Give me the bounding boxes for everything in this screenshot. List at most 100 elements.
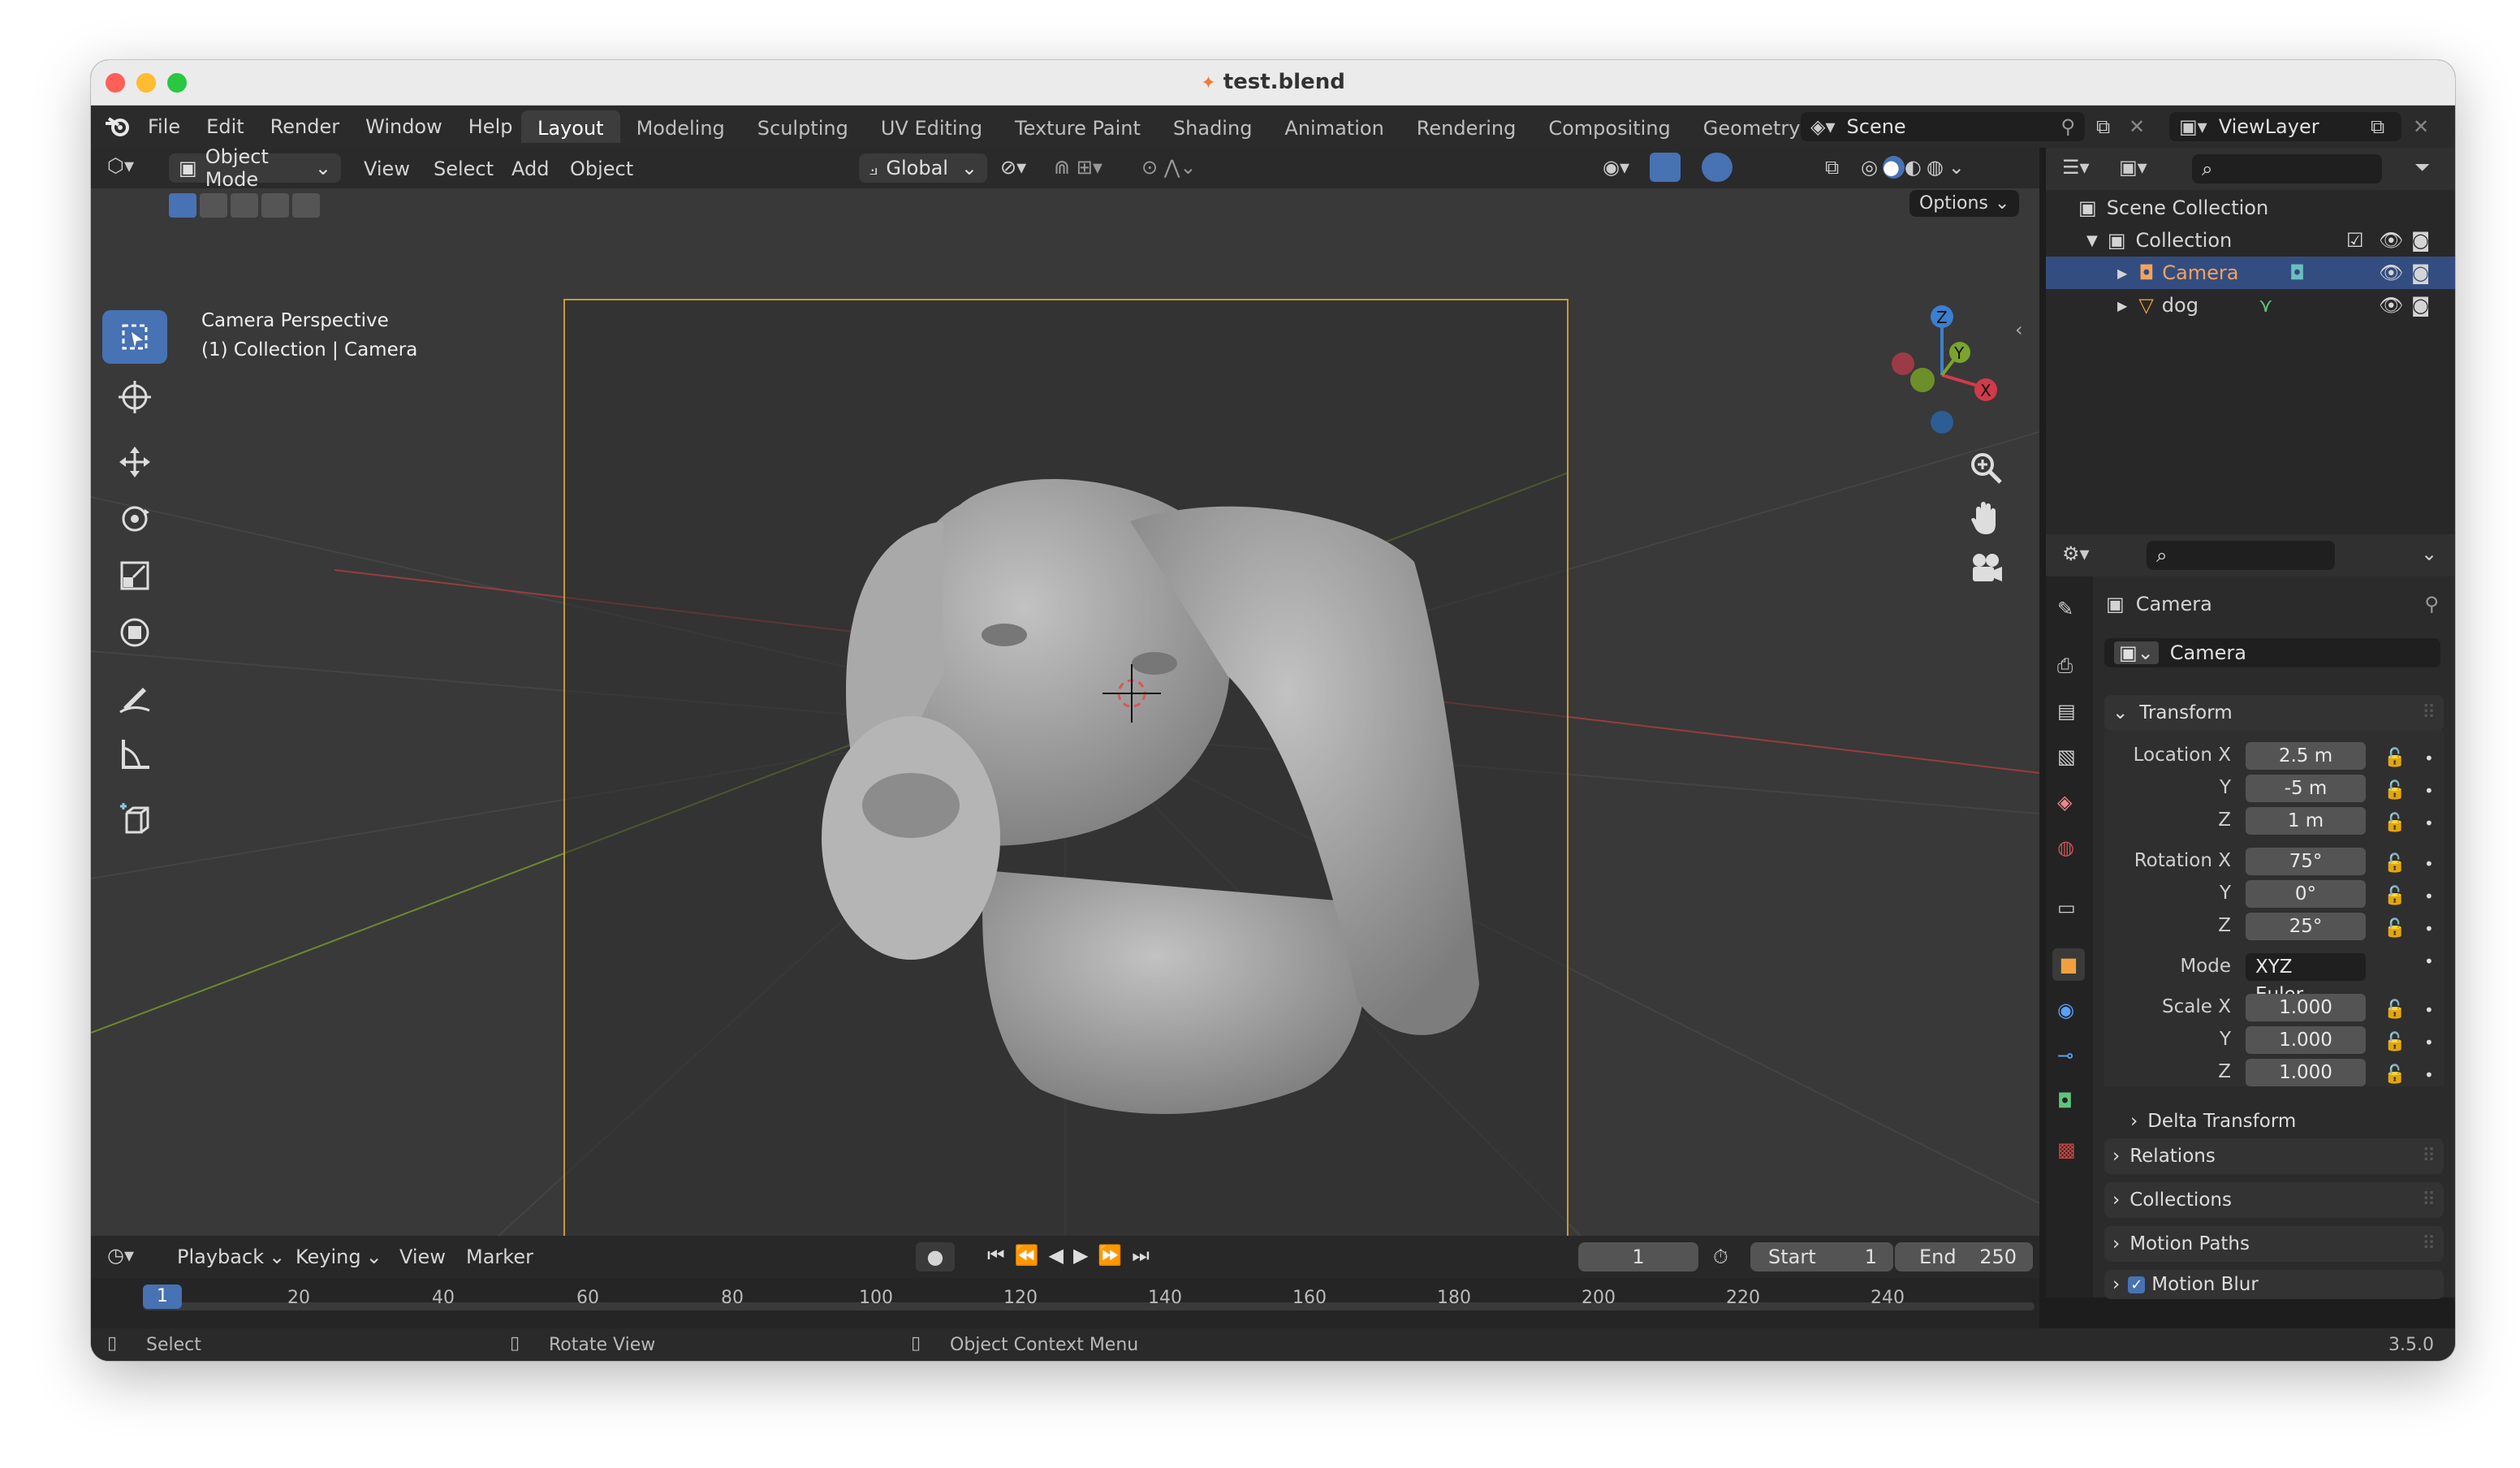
rotate-tool[interactable] bbox=[102, 492, 167, 546]
xray-icon[interactable]: ⧉ bbox=[1825, 156, 1839, 179]
properties-editor-icon[interactable]: ⚙▾ bbox=[2062, 542, 2090, 565]
outliner-item-dog[interactable]: ▶ ▽ dog ⋎ 👁 ◙ bbox=[2046, 289, 2455, 322]
menu-object[interactable]: Object bbox=[570, 158, 633, 180]
object-type-icon[interactable]: ▣⌄ bbox=[2114, 641, 2159, 664]
filter-icon[interactable]: ⏷ bbox=[2414, 156, 2430, 179]
tab-compositing[interactable]: Compositing bbox=[1532, 110, 1686, 143]
transform-tool[interactable] bbox=[102, 606, 167, 659]
rotation-z-field[interactable]: 25° bbox=[2246, 913, 2366, 940]
scene-selector[interactable]: ◈▾ Scene ⚲ bbox=[1801, 112, 2085, 141]
properties-options-icon[interactable]: ⌄ bbox=[2421, 542, 2437, 565]
scale-x-field[interactable]: 1.000 bbox=[2246, 994, 2366, 1021]
camera-view-icon[interactable] bbox=[1968, 550, 2004, 586]
pan-hand-icon[interactable] bbox=[1968, 500, 2004, 536]
blender-logo-icon[interactable] bbox=[104, 115, 132, 138]
location-y-field[interactable]: -5 m bbox=[2246, 775, 2366, 802]
playback-controls[interactable]: ⏮⏪◀▶⏩⏭ bbox=[987, 1244, 1159, 1267]
expand-collection-icon[interactable]: ▼ bbox=[2086, 232, 2098, 249]
collapse-sidebar-icon[interactable]: ‹ bbox=[2015, 318, 2023, 341]
rotation-x-field[interactable]: 75° bbox=[2246, 848, 2366, 875]
cursor-tool[interactable] bbox=[102, 370, 167, 424]
visibility-icon[interactable]: ◉▾ bbox=[1603, 156, 1629, 179]
display-mode-icon[interactable]: ▣▾ bbox=[2119, 156, 2147, 179]
location-keyframe-icons[interactable]: • • • bbox=[2424, 742, 2434, 840]
texture-tab-icon[interactable]: ▩ bbox=[2057, 1138, 2076, 1161]
eye-icon[interactable]: 👁 bbox=[2379, 229, 2403, 252]
physics-tab-icon[interactable]: ◉ bbox=[2057, 999, 2074, 1021]
drag-handle-icon[interactable]: ⠿ bbox=[2422, 1190, 2436, 1211]
outliner-search[interactable]: ⌕ bbox=[2192, 154, 2382, 184]
render-camera-icon[interactable]: ◙ bbox=[2411, 294, 2430, 317]
marker-menu[interactable]: Marker bbox=[466, 1246, 533, 1268]
3d-viewport[interactable]: Camera Perspective (1) Collection | Came… bbox=[91, 148, 2039, 1289]
rotation-keyframe-icons[interactable]: • • • • bbox=[2424, 848, 2434, 978]
tool-tab-icon[interactable]: ✎ bbox=[2057, 598, 2073, 620]
transform-panel-header[interactable]: ⌄ Transform ⠿ bbox=[2104, 695, 2444, 731]
set-new-selection-icon[interactable] bbox=[169, 193, 196, 218]
view-layer-selector[interactable]: ▣▾ ViewLayer bbox=[2169, 112, 2401, 141]
selection-mode-buttons[interactable] bbox=[169, 193, 320, 218]
tab-texture-paint[interactable]: Texture Paint bbox=[999, 110, 1157, 143]
add-cube-tool[interactable] bbox=[102, 792, 167, 846]
render-tab-icon[interactable]: ⎙ bbox=[2057, 654, 2073, 677]
proportional-editing-icon[interactable]: ⊙ ⋀⌄ bbox=[1141, 156, 1197, 179]
playback-menu[interactable]: Playback ⌄ bbox=[177, 1246, 285, 1268]
tab-sculpting[interactable]: Sculpting bbox=[741, 110, 865, 143]
scale-keyframe-icons[interactable]: • • • bbox=[2424, 994, 2434, 1091]
render-camera-icon[interactable]: ◙ bbox=[2411, 229, 2430, 252]
scale-z-field[interactable]: 1.000 bbox=[2246, 1059, 2366, 1086]
expand-dog-icon[interactable]: ▶ bbox=[2117, 298, 2127, 313]
overlay-toggle-icon[interactable] bbox=[1702, 153, 1732, 182]
drag-handle-icon[interactable]: ⠿ bbox=[2422, 1146, 2436, 1167]
shading-modes-icon[interactable]: ◎●◐◍⌄ bbox=[1861, 156, 1970, 179]
location-x-field[interactable]: 2.5 m bbox=[2246, 742, 2366, 770]
eye-icon[interactable]: 👁 bbox=[2379, 294, 2403, 317]
orientation-selector[interactable]: ⟓ Global ⌄ bbox=[859, 153, 987, 183]
pivot-point-icon[interactable]: ⊘▾ bbox=[1000, 156, 1026, 179]
delete-scene-icon[interactable]: ✕ bbox=[2129, 115, 2145, 138]
preview-range-icon[interactable]: ⏱ bbox=[1713, 1246, 1728, 1268]
dog-mesh[interactable] bbox=[773, 432, 1504, 1163]
select-box-tool[interactable] bbox=[102, 310, 167, 364]
scale-tool[interactable] bbox=[102, 549, 167, 602]
scene-tab-icon[interactable]: ◈ bbox=[2057, 791, 2072, 814]
drag-handle-icon[interactable]: ⠿ bbox=[2422, 702, 2436, 723]
timeline-view-menu[interactable]: View bbox=[399, 1246, 446, 1268]
start-frame-field[interactable]: Start 1 bbox=[1750, 1242, 1893, 1272]
relations-panel-header[interactable]: › Relations ⠿ bbox=[2104, 1138, 2444, 1174]
outliner-item-camera[interactable]: ▶ ◘ Camera ◘ 👁 ◙ bbox=[2046, 257, 2455, 289]
motion-blur-panel-header[interactable]: › ✓ Motion Blur bbox=[2104, 1270, 2444, 1299]
menu-render[interactable]: Render bbox=[270, 115, 339, 138]
camera-data-icon[interactable]: ◘ bbox=[2289, 261, 2305, 284]
auto-keying-icon[interactable]: ● bbox=[916, 1242, 955, 1272]
motion-paths-panel-header[interactable]: › Motion Paths ⠿ bbox=[2104, 1226, 2444, 1262]
playhead[interactable]: 1 bbox=[143, 1284, 182, 1309]
end-frame-field[interactable]: End 250 bbox=[1895, 1242, 2033, 1272]
rotation-lock-icons[interactable]: 🔓 🔓 🔓 bbox=[2384, 848, 2406, 945]
menu-select[interactable]: Select bbox=[434, 158, 494, 180]
timeline-editor-icon[interactable]: ◷▾ bbox=[107, 1244, 134, 1267]
menu-edit[interactable]: Edit bbox=[206, 115, 244, 138]
subtract-selection-icon[interactable] bbox=[231, 193, 258, 218]
motion-blur-checkbox[interactable]: ✓ bbox=[2128, 1276, 2146, 1293]
current-frame-field[interactable]: 1 bbox=[1578, 1242, 1698, 1272]
zoom-icon[interactable] bbox=[1968, 450, 2004, 486]
view-layer-tab-icon[interactable]: ▧ bbox=[2057, 745, 2076, 768]
navigation-gizmo[interactable]: Z X Y bbox=[1869, 302, 2015, 448]
tab-uv-editing[interactable]: UV Editing bbox=[865, 110, 999, 143]
rotation-y-field[interactable]: 0° bbox=[2246, 880, 2366, 908]
render-camera-icon[interactable]: ◙ bbox=[2411, 261, 2430, 284]
exclude-checkbox-icon[interactable]: ☑ bbox=[2346, 229, 2364, 252]
pin-scene-icon[interactable]: ⚲ bbox=[2060, 115, 2075, 138]
mode-selector[interactable]: ▣ Object Mode ⌄ bbox=[169, 145, 341, 191]
pin-icon[interactable]: ⚲ bbox=[2424, 593, 2439, 615]
object-tab-icon[interactable]: ■ bbox=[2052, 948, 2085, 981]
collection-tab-icon[interactable]: ▭ bbox=[2057, 896, 2076, 919]
mesh-data-icon[interactable]: ⋎ bbox=[2259, 294, 2273, 317]
extend-selection-icon[interactable] bbox=[200, 193, 227, 218]
collection-row[interactable]: ▼ ▣ Collection ☑ 👁 ◙ bbox=[2046, 224, 2455, 257]
tab-modeling[interactable]: Modeling bbox=[620, 110, 741, 143]
new-scene-icon[interactable]: ⧉ bbox=[2096, 115, 2110, 138]
snap-icon[interactable]: ⋒ ⊞▾ bbox=[1054, 156, 1102, 179]
tab-layout[interactable]: Layout bbox=[521, 110, 620, 143]
